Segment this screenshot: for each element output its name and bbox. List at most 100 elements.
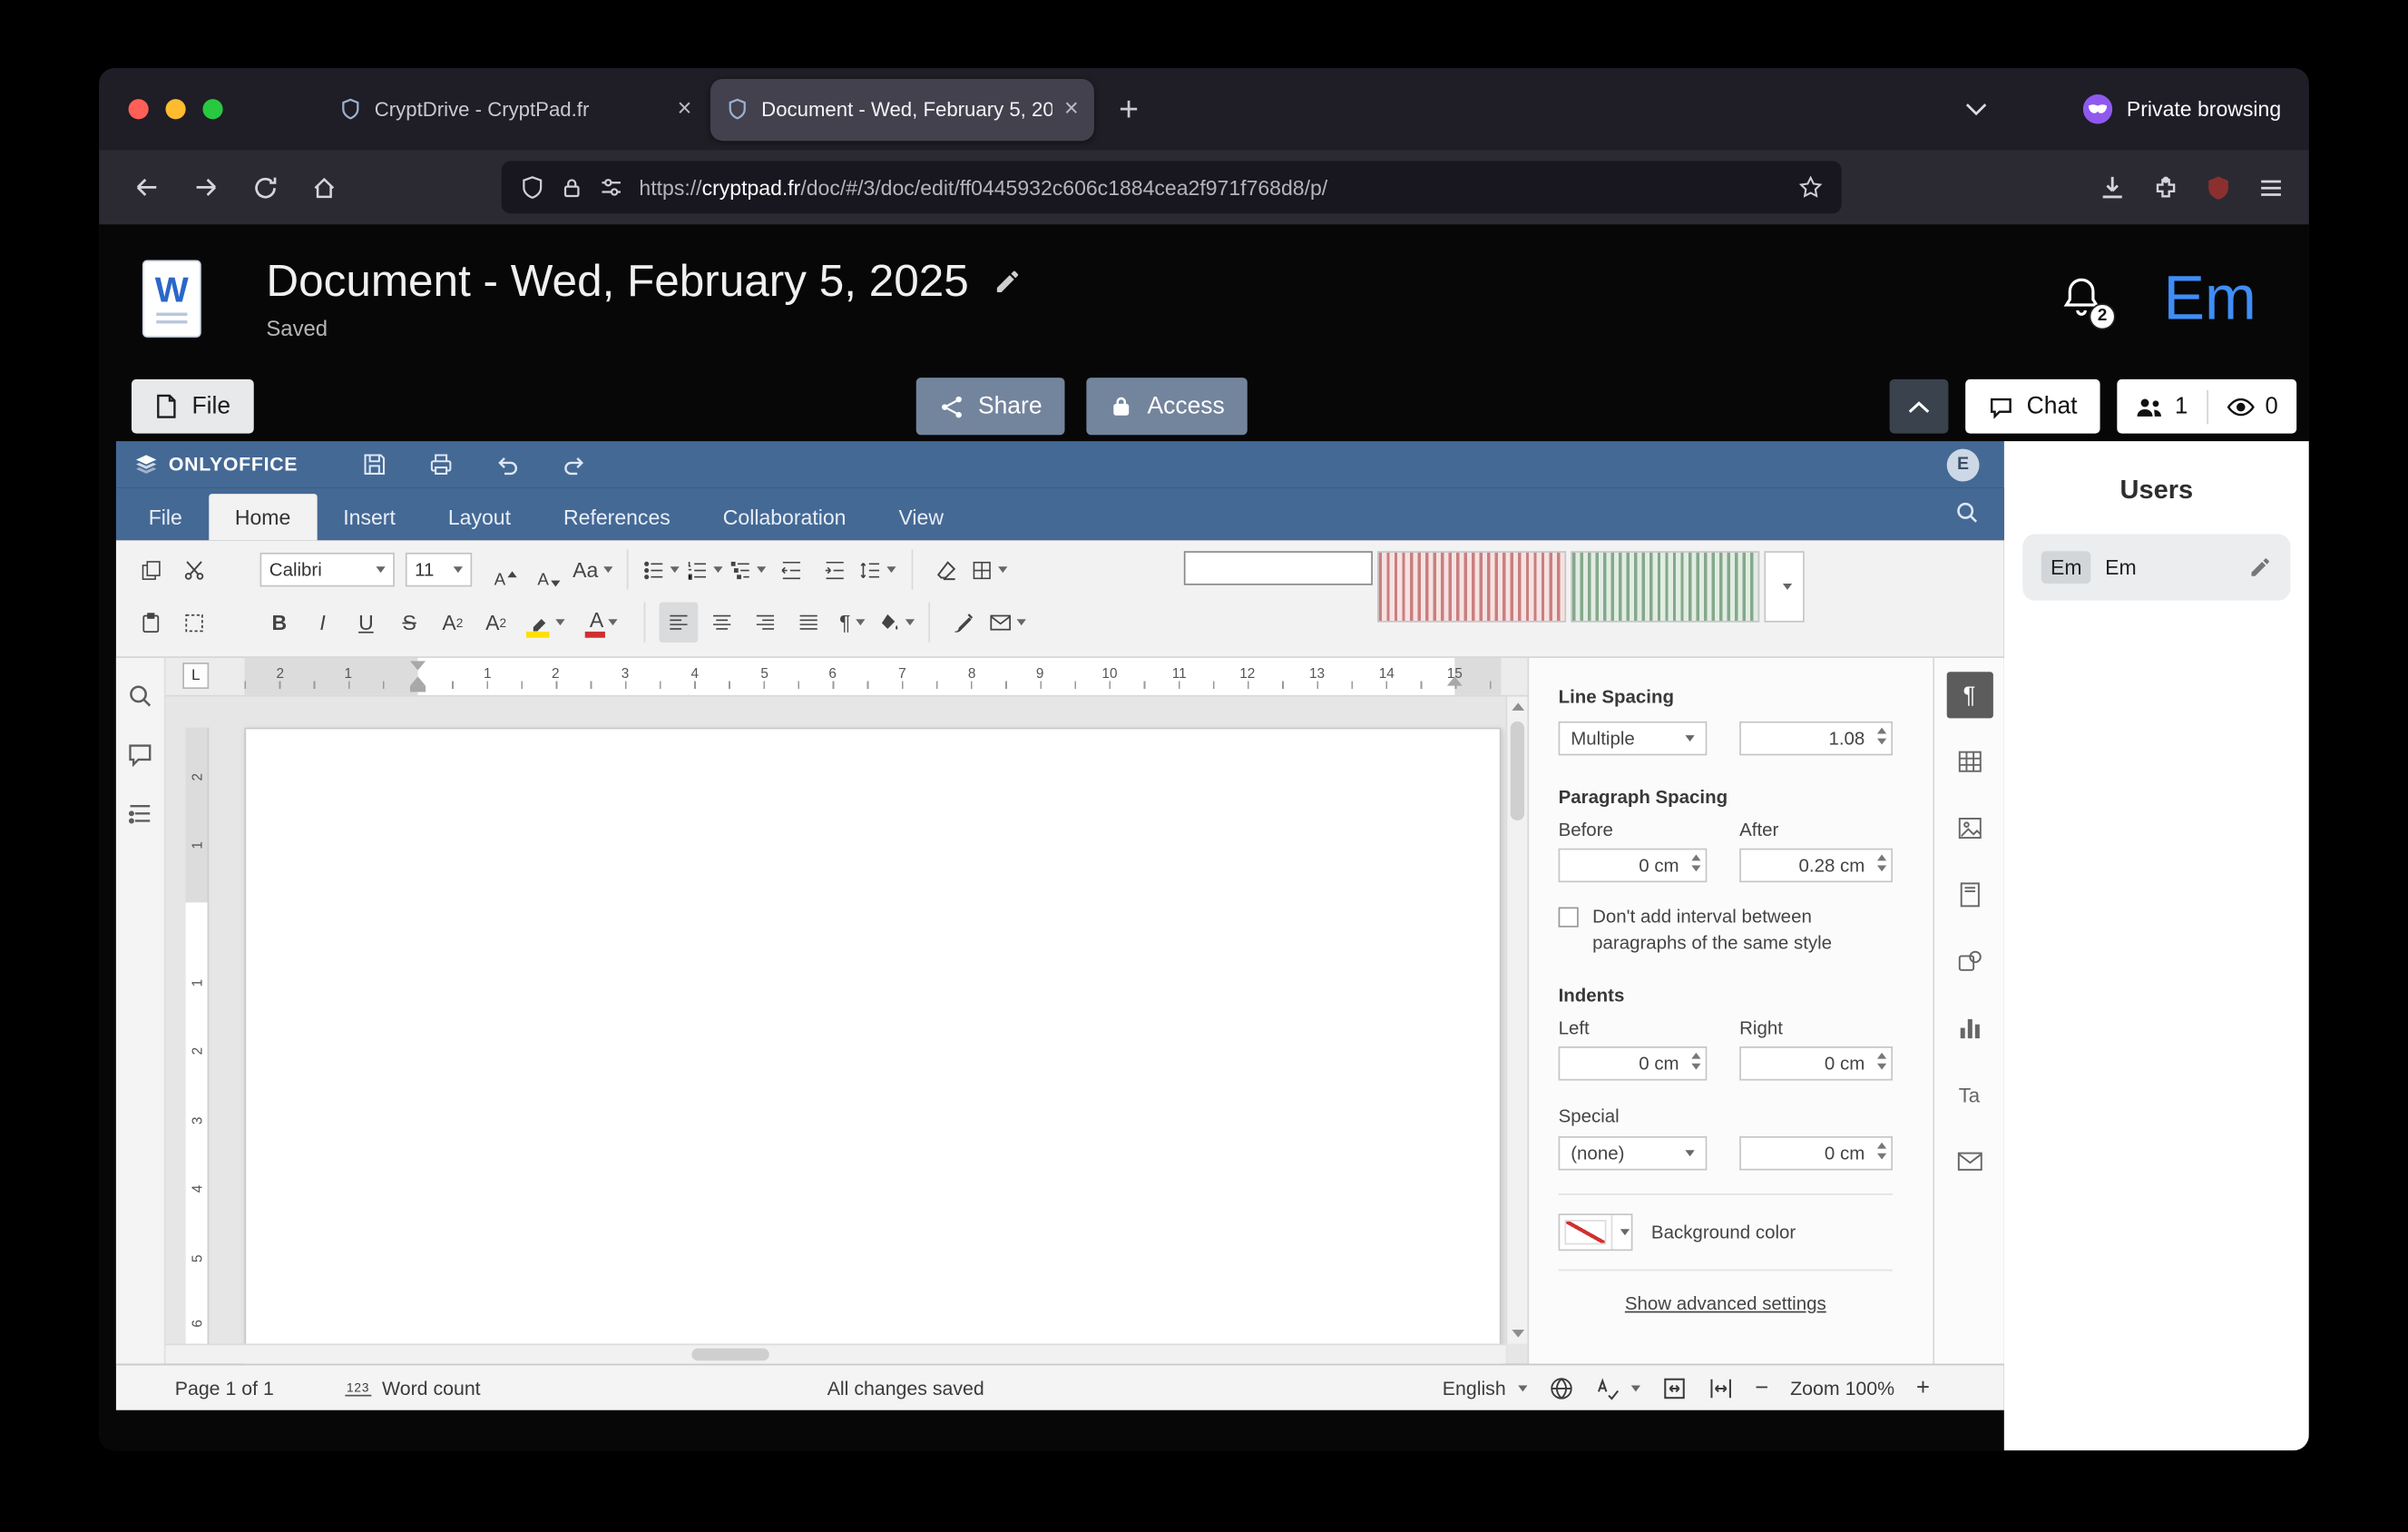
back-button[interactable] (123, 164, 170, 211)
bookmark-star-icon[interactable] (1798, 175, 1823, 200)
shading-bucket-icon[interactable] (876, 602, 915, 642)
search-icon[interactable] (1954, 500, 1979, 525)
list-all-tabs-chevron-icon[interactable] (1966, 103, 1988, 116)
styles-gallery-expand-icon[interactable] (1764, 551, 1804, 622)
reload-button[interactable] (241, 164, 288, 211)
interval-checkbox-label[interactable]: Don't add interval between paragraphs of… (1592, 904, 1868, 957)
increment-font-size-button[interactable]: A (486, 550, 525, 590)
menu-references[interactable]: References (537, 494, 697, 540)
url-text[interactable]: https://cryptpad.fr/doc/#/3/doc/edit/ff0… (639, 176, 1782, 200)
textart-settings-tab-icon[interactable]: Ta (1946, 1071, 1992, 1117)
tab-document[interactable]: Document - Wed, February 5, 2025 × (710, 78, 1094, 140)
indent-right-spinner[interactable]: 0 cm (1739, 1046, 1893, 1081)
comments-icon[interactable] (127, 741, 153, 768)
page-indicator[interactable]: Page 1 of 1 (175, 1377, 274, 1399)
zoom-out-button[interactable]: − (1755, 1375, 1768, 1401)
horizontal-scrollbar[interactable] (166, 1344, 1506, 1364)
undo-icon[interactable] (496, 452, 521, 476)
font-size-select[interactable]: 11 (406, 553, 472, 587)
increase-indent-icon[interactable] (815, 550, 854, 590)
connection-lock-icon[interactable] (560, 176, 583, 200)
spacing-after-spinner[interactable]: 0.28 cm (1739, 849, 1893, 883)
multilevel-list-icon[interactable] (729, 550, 768, 590)
tab-cryptdrive[interactable]: CryptDrive - CryptPad.fr × (323, 78, 707, 140)
menu-view[interactable]: View (872, 494, 970, 540)
style-preview-3[interactable] (1571, 551, 1759, 622)
save-icon[interactable] (363, 452, 387, 476)
editors-count[interactable]: 1 (2118, 393, 2207, 419)
align-left-button[interactable] (660, 602, 699, 642)
new-tab-button[interactable]: + (1119, 89, 1139, 129)
menu-home[interactable]: Home (209, 494, 317, 540)
interval-checkbox[interactable] (1559, 908, 1579, 928)
right-indent-marker[interactable] (1447, 676, 1463, 685)
indent-left-spinner[interactable]: 0 cm (1559, 1046, 1708, 1081)
align-center-button[interactable] (702, 602, 741, 642)
copy-icon[interactable] (132, 550, 171, 590)
window-minimize-button[interactable] (166, 99, 186, 119)
zoom-level-label[interactable]: Zoom 100% (1790, 1377, 1894, 1399)
tab-stop-selector[interactable]: L (182, 663, 209, 689)
menu-file[interactable]: File (122, 494, 209, 540)
align-justify-button[interactable] (789, 602, 828, 642)
access-button[interactable]: Access (1087, 378, 1248, 435)
rename-pencil-icon[interactable] (994, 268, 1022, 296)
style-preview-2[interactable] (1377, 551, 1566, 622)
share-button[interactable]: Share (916, 378, 1065, 435)
tab-close-icon[interactable]: × (1064, 97, 1079, 122)
viewers-count[interactable]: 0 (2207, 393, 2296, 419)
shape-settings-tab-icon[interactable] (1946, 938, 1992, 985)
decrease-indent-icon[interactable] (771, 550, 810, 590)
line-spacing-icon[interactable] (858, 550, 897, 590)
select-all-icon[interactable] (175, 602, 214, 642)
home-button[interactable] (300, 164, 347, 211)
fit-width-icon[interactable] (1708, 1375, 1733, 1399)
clear-style-icon[interactable] (926, 550, 965, 590)
spell-check-button[interactable] (1596, 1375, 1640, 1399)
user-list-item[interactable]: Em Em (2022, 534, 2290, 600)
align-right-button[interactable] (746, 602, 785, 642)
italic-button[interactable]: I (303, 602, 342, 642)
vertical-scrollbar[interactable] (1506, 697, 1528, 1344)
downloads-icon[interactable] (2099, 173, 2127, 201)
presence-button[interactable]: 1 0 (2118, 379, 2296, 434)
forward-button[interactable] (182, 164, 229, 211)
edit-name-pencil-icon[interactable] (2248, 555, 2272, 579)
numbered-list-icon[interactable] (685, 550, 724, 590)
permissions-icon[interactable] (599, 175, 623, 200)
menu-hamburger-icon[interactable] (2258, 174, 2285, 201)
copy-style-brush-icon[interactable] (944, 602, 983, 642)
language-globe-icon[interactable] (1549, 1375, 1573, 1399)
underline-button[interactable]: U (347, 602, 386, 642)
menu-layout[interactable]: Layout (422, 494, 537, 540)
header-footer-settings-tab-icon[interactable] (1946, 871, 1992, 918)
background-color-swatch[interactable] (1559, 1213, 1633, 1251)
vertical-scroll-thumb[interactable] (1511, 722, 1524, 820)
document-canvas[interactable]: 2 1 1 2 3 4 5 6 (166, 697, 1528, 1364)
word-count-button[interactable]: 123 Word count (345, 1377, 480, 1399)
vertical-ruler[interactable]: 2 1 1 2 3 4 5 6 (186, 728, 210, 1344)
extensions-puzzle-icon[interactable] (2153, 174, 2179, 201)
collapse-toolbar-chevron-icon[interactable] (1889, 379, 1948, 434)
subscript-button[interactable]: A2 (476, 602, 515, 642)
tracking-protection-shield-icon[interactable] (520, 175, 544, 200)
paragraph-settings-tab-icon[interactable]: ¶ (1946, 672, 1992, 718)
show-advanced-settings-link[interactable]: Show advanced settings (1559, 1292, 1893, 1314)
mail-merge-tab-icon[interactable] (1946, 1138, 1992, 1184)
first-line-indent-marker[interactable] (410, 661, 426, 670)
window-zoom-button[interactable] (202, 99, 222, 119)
special-spinner[interactable]: 0 cm (1739, 1136, 1893, 1171)
scroll-down-arrow[interactable] (1512, 1330, 1524, 1338)
horizontal-scroll-thumb[interactable] (691, 1349, 768, 1361)
redo-icon[interactable] (563, 452, 587, 476)
left-indent-box-marker[interactable] (410, 686, 426, 692)
navigation-headings-icon[interactable] (127, 800, 153, 827)
nonprinting-characters-button[interactable]: ¶ (833, 602, 872, 642)
line-spacing-select[interactable]: Multiple (1559, 722, 1708, 756)
window-close-button[interactable] (129, 99, 149, 119)
tab-close-icon[interactable]: × (677, 97, 691, 122)
cut-scissors-icon[interactable] (175, 550, 214, 590)
special-select[interactable]: (none) (1559, 1136, 1708, 1171)
zoom-in-button[interactable]: + (1916, 1375, 1930, 1401)
strikeout-button[interactable]: S (390, 602, 429, 642)
